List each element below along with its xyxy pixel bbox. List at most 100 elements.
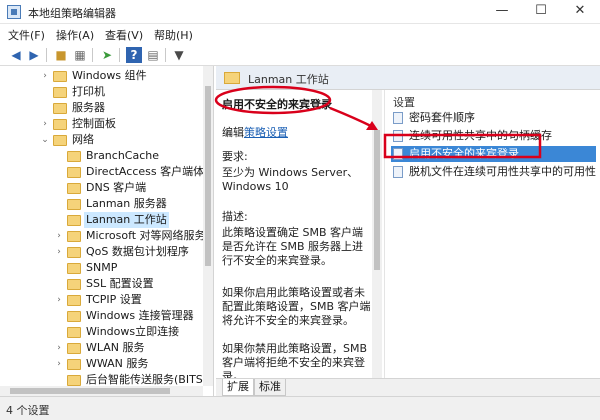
expand-arrow-icon[interactable]: ›	[54, 292, 64, 308]
setting-item-cipher-suite-order[interactable]: 密码套件顺序	[391, 110, 596, 126]
folder-icon	[67, 327, 81, 338]
expand-arrow-icon[interactable]: ›	[54, 244, 64, 260]
tree-item-control-panel[interactable]: › 控制面板	[0, 116, 200, 132]
tree-item-server[interactable]: 服务器	[0, 100, 200, 116]
tree-item-directaccess[interactable]: DirectAccess 客户端体验设	[0, 164, 213, 180]
folder-icon	[53, 103, 67, 114]
folder-icon	[67, 359, 81, 370]
tree-vertical-scrollbar[interactable]	[203, 66, 213, 386]
show-hide-tree-icon[interactable]: ▦	[72, 47, 88, 63]
menu-help[interactable]: 帮助(H)	[154, 27, 193, 43]
tree-item-label: Windows 连接管理器	[86, 309, 194, 322]
folder-up-icon[interactable]: ■	[53, 47, 69, 63]
policy-setting-icon	[393, 166, 403, 178]
setting-item-offline-files-availability[interactable]: 脱机文件在连续可用性共享中的可用性	[391, 164, 596, 180]
disabled-text: 如果你禁用此策略设置，SMB 客户端将拒绝不安全的来宾登录。	[222, 342, 368, 378]
forward-arrow-icon[interactable]: ▶	[26, 47, 42, 63]
properties-icon[interactable]: ▤	[145, 47, 161, 63]
tree-item-label: 网络	[72, 133, 94, 146]
tree-item-label: DNS 客户端	[86, 181, 147, 194]
tree-item-network[interactable]: ⌄ 网络	[0, 132, 200, 148]
details-pane: Lanman 工作站 启用不安全的来宾登录 编辑策略设置 要求: 至少为 Win…	[216, 66, 600, 396]
toolbar: ◀ ▶ ■ ▦ ➤ ? ▤ ▼	[0, 44, 600, 66]
tree-item-lanman-workstation[interactable]: Lanman 工作站	[0, 212, 200, 228]
menu-bar: 文件(F) 操作(A) 查看(V) 帮助(H)	[0, 24, 600, 44]
export-list-icon[interactable]: ➤	[99, 47, 115, 63]
folder-icon	[67, 311, 81, 322]
setting-label: 连续可用性共享中的句柄缓存	[409, 129, 552, 142]
menu-action[interactable]: 操作(A)	[56, 27, 94, 43]
scrollbar-thumb[interactable]	[205, 86, 211, 266]
description-scrollbar[interactable]	[372, 90, 382, 378]
maximize-button[interactable]: ☐	[526, 0, 556, 24]
expand-arrow-icon[interactable]: ›	[54, 228, 64, 244]
tree-horizontal-scrollbar[interactable]	[0, 386, 203, 396]
tree-item-windows-connection-manager[interactable]: Windows 连接管理器	[0, 308, 200, 324]
setting-label: 启用不安全的来宾登录	[409, 147, 519, 160]
tree-item-label: TCPIP 设置	[86, 293, 142, 306]
edit-policy-line: 编辑策略设置	[222, 124, 288, 140]
folder-icon	[67, 167, 81, 178]
tree-item-dns-client[interactable]: DNS 客户端	[0, 180, 200, 196]
tree-item-microsoft-p2p[interactable]: › Microsoft 对等网络服务	[0, 228, 206, 244]
help-icon[interactable]: ?	[126, 47, 142, 63]
folder-icon	[67, 343, 81, 354]
expand-arrow-icon[interactable]: ›	[54, 340, 64, 356]
tree-item-snmp[interactable]: SNMP	[0, 260, 200, 276]
folder-open-icon	[224, 72, 240, 84]
tab-extended[interactable]: 扩展	[222, 379, 254, 396]
menu-view[interactable]: 查看(V)	[105, 27, 143, 43]
setting-item-insecure-guest-logons[interactable]: 启用不安全的来宾登录	[391, 146, 596, 162]
policy-title: 启用不安全的来宾登录	[222, 98, 332, 111]
edit-policy-link[interactable]: 策略设置	[244, 126, 288, 139]
tree-item-qos[interactable]: › QoS 数据包计划程序	[0, 244, 200, 260]
toolbar-separator	[46, 48, 47, 62]
app-icon	[7, 5, 21, 19]
window-title: 本地组策略编辑器	[28, 7, 116, 20]
folder-icon	[67, 199, 81, 210]
folder-icon	[53, 87, 67, 98]
enabled-text: 如果你启用此策略设置或者未配置此策略设置，SMB 客户端将允许不安全的来宾登录。	[222, 286, 371, 327]
tree-item-windows-components[interactable]: › Windows 组件	[0, 68, 200, 84]
tree-item-label: BranchCache	[86, 149, 160, 162]
tree-item-tcpip[interactable]: › TCPIP 设置	[0, 292, 200, 308]
expand-arrow-icon[interactable]: ›	[40, 68, 50, 84]
back-arrow-icon[interactable]: ◀	[8, 47, 24, 63]
tree-item-branchcache[interactable]: BranchCache	[0, 148, 200, 164]
edit-prefix: 编辑	[222, 126, 244, 139]
tree-item-wwan[interactable]: › WWAN 服务	[0, 356, 200, 372]
minimize-button[interactable]: —	[487, 0, 517, 24]
settings-column-header[interactable]: 设置	[393, 94, 415, 110]
collapse-arrow-icon[interactable]: ⌄	[40, 132, 50, 148]
folder-open-icon	[53, 135, 67, 146]
folder-icon	[67, 231, 81, 242]
setting-item-handle-caching[interactable]: 连续可用性共享中的句柄缓存	[391, 128, 596, 144]
expand-arrow-icon[interactable]: ›	[40, 116, 50, 132]
toolbar-separator	[165, 48, 166, 62]
tree-item-label: Windows 组件	[72, 69, 147, 82]
tree-item-ssl[interactable]: SSL 配置设置	[0, 276, 200, 292]
tree-item-lanman-server[interactable]: Lanman 服务器	[0, 196, 200, 212]
tree-item-wlan[interactable]: › WLAN 服务	[0, 340, 200, 356]
settings-list: 设置 密码套件顺序 连续可用性共享中的句柄缓存 启用不安全的来宾登录 脱机文件在…	[384, 90, 600, 378]
filter-icon[interactable]: ▼	[171, 47, 187, 63]
tree-item-windows-connect-now[interactable]: Windows立即连接	[0, 324, 200, 340]
folder-icon	[67, 215, 81, 226]
folder-icon	[67, 247, 81, 258]
folder-icon	[67, 183, 81, 194]
tree-item-printers[interactable]: 打印机	[0, 84, 200, 100]
tree-item-label: WWAN 服务	[86, 357, 149, 370]
expand-arrow-icon[interactable]: ›	[54, 356, 64, 372]
scrollbar-thumb[interactable]	[374, 130, 380, 270]
toolbar-separator	[119, 48, 120, 62]
scrollbar-thumb[interactable]	[10, 388, 170, 394]
close-button[interactable]: ✕	[565, 0, 595, 24]
tree-item-label: QoS 数据包计划程序	[86, 245, 189, 258]
tab-standard[interactable]: 标准	[254, 379, 286, 396]
setting-label: 密码套件顺序	[409, 111, 475, 124]
tree-item-label: DirectAccess 客户端体验设	[86, 165, 214, 178]
title-bar: 本地组策略编辑器 — ☐ ✕	[0, 0, 600, 24]
menu-file[interactable]: 文件(F)	[8, 27, 45, 43]
description-label: 描述:	[222, 210, 248, 223]
tree-item-label: 控制面板	[72, 117, 116, 130]
